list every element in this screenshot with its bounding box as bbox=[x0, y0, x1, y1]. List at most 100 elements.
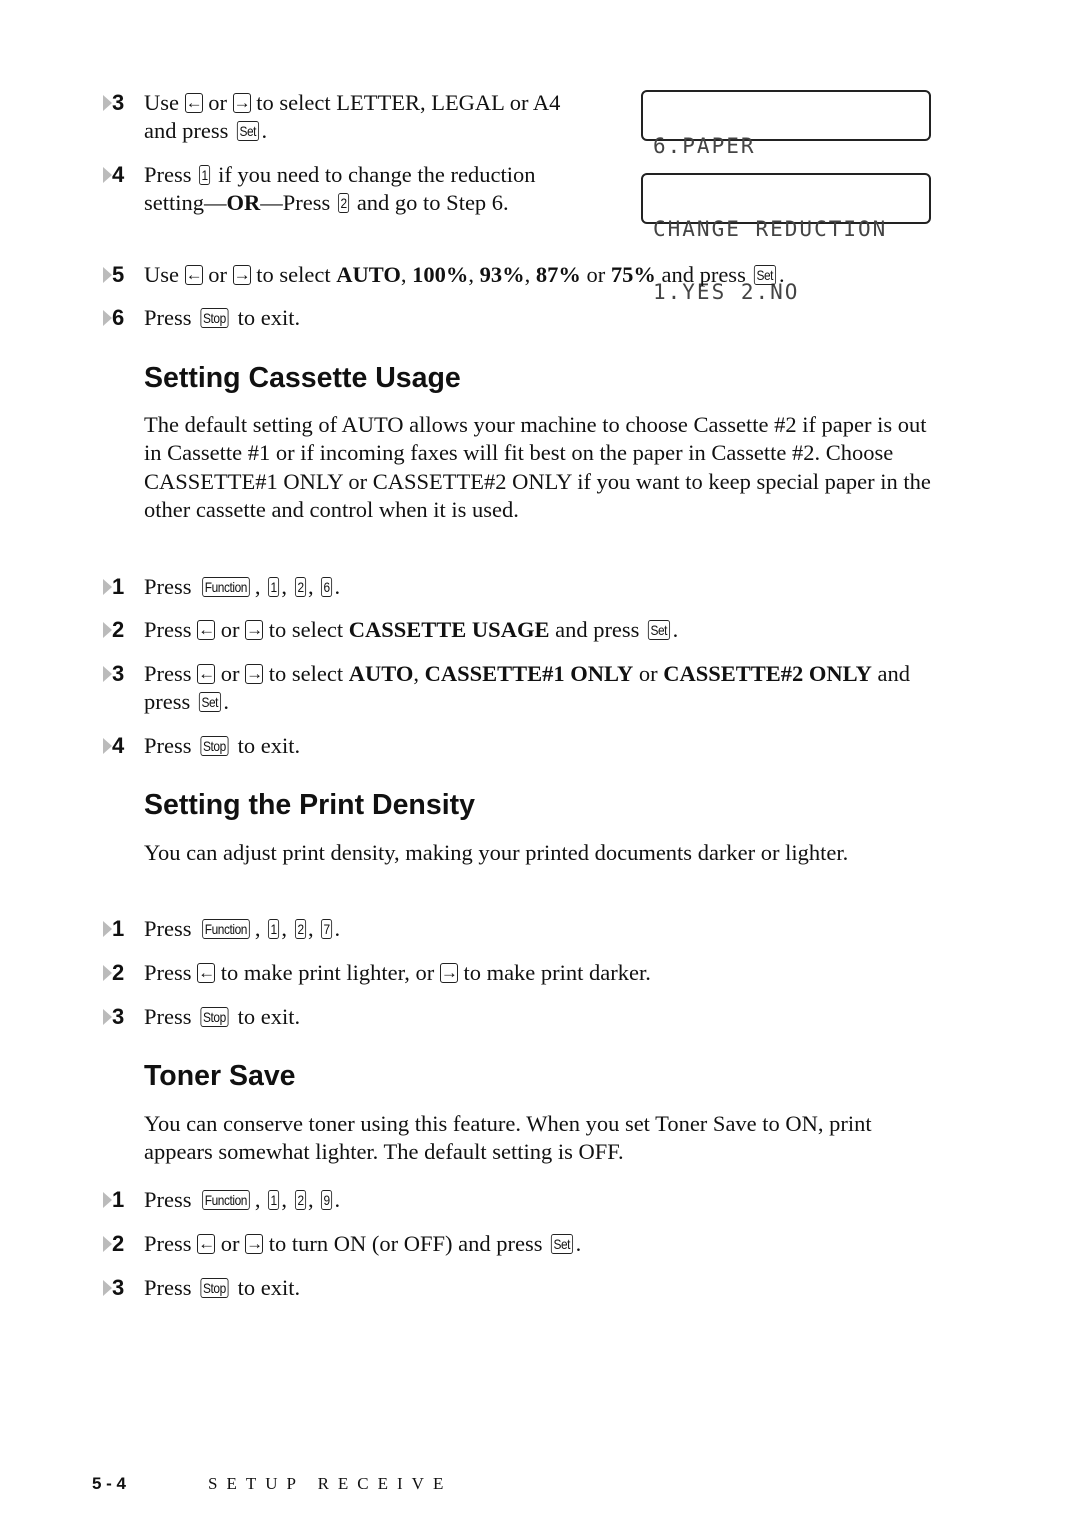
step-number-digit: 6 bbox=[112, 305, 125, 330]
step-number-digit: 3 bbox=[112, 1275, 125, 1300]
lcd-display-paper: 6.PAPER bbox=[641, 90, 931, 157]
step-marker-icon bbox=[103, 579, 112, 595]
step-text: —Press bbox=[260, 190, 336, 216]
step-number-digit: 5 bbox=[112, 262, 125, 287]
step-text: Press bbox=[144, 960, 198, 985]
step-text: to turn ON (or OFF) and press bbox=[263, 1231, 549, 1256]
step-marker-icon bbox=[103, 310, 112, 326]
key-stop-icon: Stop bbox=[200, 308, 229, 328]
step-text: , bbox=[307, 574, 320, 599]
right-arrow-key-icon: → bbox=[439, 963, 458, 983]
step-marker-icon bbox=[103, 167, 112, 183]
step-text: or bbox=[215, 617, 246, 642]
step-bold-text: 93% bbox=[479, 262, 525, 287]
step-marker-icon bbox=[103, 1192, 112, 1208]
right-arrow-key-icon: → bbox=[245, 1234, 264, 1254]
step-number-digit: 4 bbox=[112, 162, 125, 187]
key-set-icon: Set bbox=[236, 121, 259, 142]
section-heading: Toner Save bbox=[144, 1060, 296, 1092]
step-number-digit: 2 bbox=[112, 617, 125, 642]
step-text: Press bbox=[144, 1187, 198, 1212]
step-text: Press bbox=[144, 162, 198, 187]
instruction-step: 6 Press Stop to exit. bbox=[103, 304, 944, 332]
step-text: . bbox=[575, 1231, 582, 1256]
step-text: and go to Step 6. bbox=[351, 190, 509, 216]
key-function-icon: Function bbox=[202, 1190, 250, 1210]
step-marker-icon bbox=[103, 921, 112, 937]
step-text: , bbox=[468, 262, 480, 287]
instruction-step: 1 Press Function, 1, 2, 6. bbox=[103, 573, 934, 601]
step-text: Press bbox=[144, 1004, 198, 1029]
step-text: to make print darker. bbox=[457, 960, 651, 985]
step-text: , bbox=[254, 1187, 267, 1212]
step-bold-text: 87% bbox=[535, 262, 581, 287]
step-text: Use bbox=[144, 90, 185, 115]
section-paragraph: You can adjust print density, making you… bbox=[144, 840, 849, 865]
step-bold-text: AUTO bbox=[336, 262, 401, 287]
left-arrow-key-icon: ← bbox=[197, 620, 216, 640]
step-text: or bbox=[202, 262, 233, 287]
right-arrow-key-icon: → bbox=[245, 664, 264, 684]
step-bold-text: AUTO bbox=[348, 661, 414, 686]
step-marker-icon bbox=[103, 738, 112, 754]
key-7-icon: 7 bbox=[321, 919, 333, 939]
lcd-line: CHANGE REDUCTION bbox=[653, 217, 888, 241]
instruction-step: 5 Use ← or → to select AUTO, 100%, 93%, 8… bbox=[103, 261, 944, 289]
right-arrow-key-icon: → bbox=[245, 620, 264, 640]
key-function-icon: Function bbox=[202, 919, 250, 939]
step-number-digit: 3 bbox=[112, 90, 125, 115]
step-number-digit: 1 bbox=[112, 574, 125, 599]
instruction-step: 3 Use ← or → to select LETTER, LEGAL or A… bbox=[103, 89, 584, 146]
key-stop-icon: Stop bbox=[200, 736, 229, 756]
instruction-step: 3 Press Stop to exit. bbox=[103, 1003, 934, 1031]
key-1-icon: 1 bbox=[268, 919, 280, 939]
key-1-icon: 1 bbox=[199, 165, 211, 185]
step-text: . bbox=[223, 689, 230, 715]
key-2-icon: 2 bbox=[294, 577, 306, 597]
step-bold-text: CASSETTE#2 ONLY bbox=[663, 661, 872, 686]
step-marker-icon bbox=[103, 622, 112, 638]
step-text: . bbox=[334, 1187, 341, 1212]
chapter-title: SETUP RECEIVE bbox=[208, 1474, 453, 1493]
step-bold-text: OR bbox=[226, 190, 261, 216]
step-text: , bbox=[281, 574, 293, 599]
instruction-step: 2 Press ← to make print lighter, or → to … bbox=[103, 959, 934, 987]
step-text: Press bbox=[144, 916, 198, 941]
step-number-digit: 2 bbox=[112, 960, 125, 985]
key-stop-icon: Stop bbox=[200, 1278, 229, 1298]
step-text: to select bbox=[263, 661, 349, 686]
instruction-step: 3 Press ← or → to select AUTO, CASSETTE#1… bbox=[103, 660, 934, 717]
step-text: Press bbox=[144, 661, 198, 686]
section-heading: Setting the Print Density bbox=[144, 789, 475, 821]
step-bold-text: 75% bbox=[610, 262, 656, 287]
step-text: . bbox=[261, 118, 268, 144]
left-arrow-key-icon: ← bbox=[197, 1234, 216, 1254]
section-heading: Setting Cassette Usage bbox=[144, 362, 461, 394]
step-text: or bbox=[633, 661, 664, 686]
step-text: , bbox=[254, 574, 267, 599]
step-text: Press bbox=[144, 1231, 198, 1256]
step-number-digit: 1 bbox=[112, 1187, 125, 1212]
key-2-icon: 2 bbox=[337, 193, 350, 214]
right-arrow-key-icon: → bbox=[232, 93, 251, 113]
step-text: . bbox=[672, 617, 679, 642]
step-marker-icon bbox=[103, 1236, 112, 1252]
step-text: , bbox=[254, 916, 267, 941]
key-set-icon: Set bbox=[198, 692, 221, 713]
step-text: to select bbox=[250, 262, 337, 287]
step-number-digit: 3 bbox=[112, 1004, 125, 1029]
step-text: or bbox=[202, 90, 233, 115]
step-text: , bbox=[413, 661, 425, 686]
instruction-step: 4 Press 1 if you need to change the reduc… bbox=[103, 161, 564, 218]
step-text: to make print lighter, or bbox=[215, 960, 440, 985]
right-arrow-key-icon: → bbox=[232, 265, 251, 285]
key-1-icon: 1 bbox=[268, 1190, 280, 1210]
key-1-icon: 1 bbox=[268, 577, 280, 597]
key-set-icon: Set bbox=[647, 620, 670, 640]
instruction-step: 2 Press ← or → to turn ON (or OFF) and pr… bbox=[103, 1230, 934, 1258]
step-bold-text: 100% bbox=[412, 262, 469, 287]
page-number: 5 - 4 bbox=[92, 1474, 127, 1493]
key-set-icon: Set bbox=[754, 265, 777, 285]
instruction-step: 3 Press Stop to exit. bbox=[103, 1274, 934, 1302]
instruction-step: 1 Press Function, 1, 2, 9. bbox=[103, 1186, 934, 1214]
